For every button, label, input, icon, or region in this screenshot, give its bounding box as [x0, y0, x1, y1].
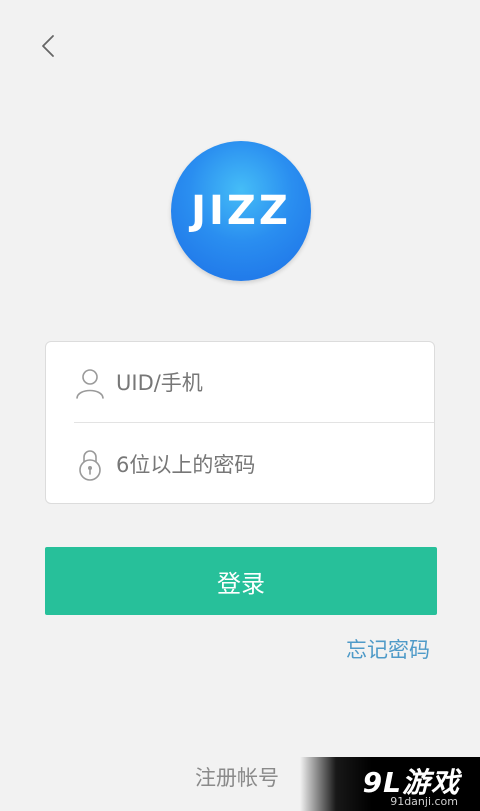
user-icon	[76, 369, 104, 399]
login-button[interactable]: 登录	[45, 547, 437, 615]
forgot-password-link[interactable]: 忘记密码	[346, 634, 430, 664]
watermark: 9L游戏 91danji.com	[300, 757, 480, 811]
chevron-left-icon	[42, 35, 54, 57]
back-button[interactable]	[30, 26, 66, 66]
uid-input[interactable]	[114, 362, 418, 404]
login-form	[45, 341, 435, 504]
password-field	[46, 424, 434, 504]
register-link[interactable]: 注册帐号	[195, 762, 279, 792]
watermark-url: 91danji.com	[390, 795, 458, 808]
field-divider	[74, 422, 434, 423]
logo-text: JIZZ	[191, 188, 291, 234]
app-logo: JIZZ	[171, 141, 311, 281]
password-input[interactable]	[114, 444, 418, 486]
uid-field	[46, 342, 434, 422]
lock-icon	[79, 450, 101, 481]
